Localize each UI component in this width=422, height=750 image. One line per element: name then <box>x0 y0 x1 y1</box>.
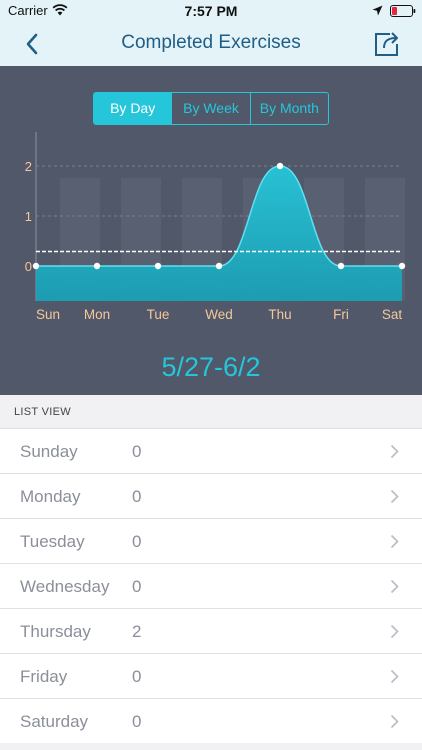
chart-panel: 0 1 2 Sun Mon Tue Wed Thu Fri Sat By Day By Week … <box>0 66 422 395</box>
segment-by-month[interactable]: By Month <box>249 93 328 124</box>
row-day-label: Saturday <box>20 712 89 731</box>
x-tick-label: Wed <box>205 307 233 322</box>
data-point <box>276 162 284 170</box>
list-row-wednesday[interactable]: Wednesday 0 <box>0 564 422 609</box>
row-count: 0 <box>132 667 142 686</box>
data-point <box>32 262 40 270</box>
row-day-label: Tuesday <box>20 532 85 551</box>
x-tick-label: Sun <box>36 307 60 322</box>
row-day-label: Monday <box>20 487 81 506</box>
row-count: 0 <box>132 532 142 551</box>
y-tick-label: 0 <box>25 259 32 274</box>
chevron-right-icon <box>390 534 399 549</box>
row-count: 2 <box>132 622 142 641</box>
data-point <box>93 262 101 270</box>
x-tick-label: Fri <box>333 307 349 322</box>
row-count: 0 <box>132 487 142 506</box>
list-row-saturday[interactable]: Saturday 0 <box>0 699 422 744</box>
list-view-title: LIST VIEW <box>14 406 71 418</box>
x-tick-label: Thu <box>268 307 291 322</box>
day-list: Sunday 0 Monday 0 Tuesday 0 Wednesday 0 … <box>0 429 422 744</box>
date-range-label: 5/27-6/2 <box>161 352 261 382</box>
list-row-friday[interactable]: Friday 0 <box>0 654 422 699</box>
bottom-strip <box>0 743 422 750</box>
chevron-right-icon <box>390 714 399 729</box>
list-row-sunday[interactable]: Sunday 0 <box>0 429 422 474</box>
data-point <box>154 262 162 270</box>
x-tick-label: Sat <box>382 307 403 322</box>
list-view-header: LIST VIEW <box>0 395 422 429</box>
list-row-tuesday[interactable]: Tuesday 0 <box>0 519 422 564</box>
navigation-bar: Completed Exercises <box>0 22 422 66</box>
data-point <box>398 262 406 270</box>
segment-by-day[interactable]: By Day <box>94 93 172 124</box>
status-bar: Carrier 7:57 PM <box>0 0 422 22</box>
row-day-label: Thursday <box>20 622 91 641</box>
period-segmented-control: By Day By Week By Month <box>93 92 329 125</box>
chevron-right-icon <box>390 669 399 684</box>
list-row-monday[interactable]: Monday 0 <box>0 474 422 519</box>
chevron-right-icon <box>390 444 399 459</box>
x-tick-label: Tue <box>147 307 170 322</box>
location-arrow-icon <box>372 5 383 16</box>
y-tick-label: 2 <box>25 159 32 174</box>
battery-icon <box>390 5 416 17</box>
data-point <box>215 262 223 270</box>
y-tick-label: 1 <box>25 209 32 224</box>
data-point <box>337 262 345 270</box>
chevron-right-icon <box>390 489 399 504</box>
chevron-right-icon <box>390 579 399 594</box>
chevron-right-icon <box>390 624 399 639</box>
row-day-label: Sunday <box>20 442 78 461</box>
row-day-label: Friday <box>20 667 68 686</box>
share-icon[interactable] <box>372 29 402 59</box>
row-day-label: Wednesday <box>20 577 110 596</box>
status-time: 7:57 PM <box>184 3 238 19</box>
list-row-thursday[interactable]: Thursday 2 <box>0 609 422 654</box>
row-count: 0 <box>132 442 142 461</box>
x-tick-label: Mon <box>84 307 110 322</box>
page-title: Completed Exercises <box>121 32 301 53</box>
segment-by-week[interactable]: By Week <box>171 93 249 124</box>
row-count: 0 <box>132 577 142 596</box>
row-count: 0 <box>132 712 142 731</box>
